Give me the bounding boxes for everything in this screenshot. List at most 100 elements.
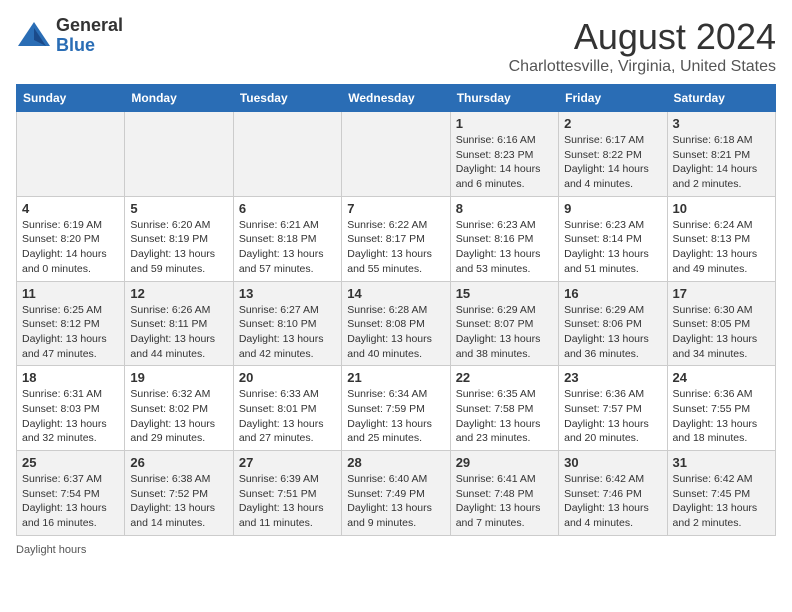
day-info: Sunrise: 6:17 AMSunset: 8:22 PMDaylight:… xyxy=(564,133,661,192)
calendar-cell: 14Sunrise: 6:28 AMSunset: 8:08 PMDayligh… xyxy=(342,281,450,366)
calendar-cell: 11Sunrise: 6:25 AMSunset: 8:12 PMDayligh… xyxy=(17,281,125,366)
day-info: Sunrise: 6:32 AMSunset: 8:02 PMDaylight:… xyxy=(130,387,227,446)
calendar-cell: 31Sunrise: 6:42 AMSunset: 7:45 PMDayligh… xyxy=(667,451,775,536)
calendar-cell: 1Sunrise: 6:16 AMSunset: 8:23 PMDaylight… xyxy=(450,112,558,197)
header-day-friday: Friday xyxy=(559,85,667,112)
calendar-cell: 19 Sunrise: 6:32 AMSunset: 8:02 PMDayligh… xyxy=(125,366,233,451)
calendar-cell: 20Sunrise: 6:33 AMSunset: 8:01 PMDayligh… xyxy=(233,366,341,451)
day-number: 24 xyxy=(673,370,770,385)
calendar-cell: 29Sunrise: 6:41 AMSunset: 7:48 PMDayligh… xyxy=(450,451,558,536)
day-info: Sunrise: 6:40 AMSunset: 7:49 PMDaylight:… xyxy=(347,472,444,531)
header-day-tuesday: Tuesday xyxy=(233,85,341,112)
day-number: 10 xyxy=(673,201,770,216)
calendar-cell: 21 Sunrise: 6:34 AMSunset: 7:59 PMDayligh… xyxy=(342,366,450,451)
day-info: Sunrise: 6:38 AMSunset: 7:52 PMDaylight:… xyxy=(130,472,227,531)
day-number: 1 xyxy=(456,116,553,131)
calendar-cell: 6Sunrise: 6:21 AMSunset: 8:18 PMDaylight… xyxy=(233,196,341,281)
calendar-cell: 17 Sunrise: 6:30 AMSunset: 8:05 PMDayligh… xyxy=(667,281,775,366)
day-number: 28 xyxy=(347,455,444,470)
day-number: 13 xyxy=(239,286,336,301)
day-info: Sunrise: 6:22 AMSunset: 8:17 PMDaylight:… xyxy=(347,218,444,277)
calendar-cell: 4 Sunrise: 6:19 AMSunset: 8:20 PMDaylight… xyxy=(17,196,125,281)
calendar-cell: 25Sunrise: 6:37 AMSunset: 7:54 PMDayligh… xyxy=(17,451,125,536)
calendar-header: SundayMondayTuesdayWednesdayThursdayFrid… xyxy=(17,85,776,112)
page-title: August 2024 xyxy=(509,16,776,58)
calendar-cell: 28 Sunrise: 6:40 AMSunset: 7:49 PMDayligh… xyxy=(342,451,450,536)
day-info: Sunrise: 6:36 AMSunset: 7:55 PMDaylight:… xyxy=(673,387,770,446)
day-info: Sunrise: 6:26 AMSunset: 8:11 PMDaylight:… xyxy=(130,303,227,362)
day-number: 20 xyxy=(239,370,336,385)
day-number: 6 xyxy=(239,201,336,216)
calendar-week-4: 18 Sunrise: 6:31 AMSunset: 8:03 PMDayligh… xyxy=(17,366,776,451)
calendar-week-1: 1Sunrise: 6:16 AMSunset: 8:23 PMDaylight… xyxy=(17,112,776,197)
calendar-cell: 8Sunrise: 6:23 AMSunset: 8:16 PMDaylight… xyxy=(450,196,558,281)
day-number: 5 xyxy=(130,201,227,216)
calendar-cell: 5 Sunrise: 6:20 AMSunset: 8:19 PMDaylight… xyxy=(125,196,233,281)
day-info: Sunrise: 6:20 AMSunset: 8:19 PMDaylight:… xyxy=(130,218,227,277)
calendar-cell: 22Sunrise: 6:35 AMSunset: 7:58 PMDayligh… xyxy=(450,366,558,451)
logo-blue-text: Blue xyxy=(56,36,123,56)
logo-general-text: General xyxy=(56,16,123,36)
logo: General Blue xyxy=(16,16,123,56)
day-number: 9 xyxy=(564,201,661,216)
calendar-cell: 9Sunrise: 6:23 AMSunset: 8:14 PMDaylight… xyxy=(559,196,667,281)
day-number: 15 xyxy=(456,286,553,301)
day-number: 30 xyxy=(564,455,661,470)
day-number: 17 xyxy=(673,286,770,301)
day-number: 11 xyxy=(22,286,119,301)
calendar-week-5: 25Sunrise: 6:37 AMSunset: 7:54 PMDayligh… xyxy=(17,451,776,536)
day-number: 8 xyxy=(456,201,553,216)
calendar-cell: 26Sunrise: 6:38 AMSunset: 7:52 PMDayligh… xyxy=(125,451,233,536)
calendar-cell xyxy=(233,112,341,197)
header-day-thursday: Thursday xyxy=(450,85,558,112)
day-info: Sunrise: 6:29 AMSunset: 8:06 PMDaylight:… xyxy=(564,303,661,362)
calendar-cell xyxy=(17,112,125,197)
calendar-cell: 12 Sunrise: 6:26 AMSunset: 8:11 PMDayligh… xyxy=(125,281,233,366)
calendar-week-3: 11Sunrise: 6:25 AMSunset: 8:12 PMDayligh… xyxy=(17,281,776,366)
calendar-body: 1Sunrise: 6:16 AMSunset: 8:23 PMDaylight… xyxy=(17,112,776,536)
calendar-table: SundayMondayTuesdayWednesdayThursdayFrid… xyxy=(16,84,776,536)
day-number: 16 xyxy=(564,286,661,301)
header: General Blue August 2024 Charlottesville… xyxy=(16,16,776,76)
calendar-cell: 2 Sunrise: 6:17 AMSunset: 8:22 PMDaylight… xyxy=(559,112,667,197)
day-number: 18 xyxy=(22,370,119,385)
day-number: 22 xyxy=(456,370,553,385)
header-day-sunday: Sunday xyxy=(17,85,125,112)
day-info: Sunrise: 6:28 AMSunset: 8:08 PMDaylight:… xyxy=(347,303,444,362)
header-day-saturday: Saturday xyxy=(667,85,775,112)
day-info: Sunrise: 6:31 AMSunset: 8:03 PMDaylight:… xyxy=(22,387,119,446)
day-number: 23 xyxy=(564,370,661,385)
calendar-cell: 30Sunrise: 6:42 AMSunset: 7:46 PMDayligh… xyxy=(559,451,667,536)
day-info: Sunrise: 6:37 AMSunset: 7:54 PMDaylight:… xyxy=(22,472,119,531)
day-number: 4 xyxy=(22,201,119,216)
day-number: 7 xyxy=(347,201,444,216)
logo-icon xyxy=(16,18,52,54)
day-number: 2 xyxy=(564,116,661,131)
day-info: Sunrise: 6:19 AMSunset: 8:20 PMDaylight:… xyxy=(22,218,119,277)
calendar-week-2: 4 Sunrise: 6:19 AMSunset: 8:20 PMDaylight… xyxy=(17,196,776,281)
calendar-cell: 23 Sunrise: 6:36 AMSunset: 7:57 PMDayligh… xyxy=(559,366,667,451)
day-number: 12 xyxy=(130,286,227,301)
day-info: Sunrise: 6:36 AMSunset: 7:57 PMDaylight:… xyxy=(564,387,661,446)
day-info: Sunrise: 6:30 AMSunset: 8:05 PMDaylight:… xyxy=(673,303,770,362)
day-info: Sunrise: 6:29 AMSunset: 8:07 PMDaylight:… xyxy=(456,303,553,362)
calendar-cell: 27Sunrise: 6:39 AMSunset: 7:51 PMDayligh… xyxy=(233,451,341,536)
calendar-cell: 7 Sunrise: 6:22 AMSunset: 8:17 PMDaylight… xyxy=(342,196,450,281)
day-number: 3 xyxy=(673,116,770,131)
day-number: 21 xyxy=(347,370,444,385)
calendar-cell: 15 Sunrise: 6:29 AMSunset: 8:07 PMDayligh… xyxy=(450,281,558,366)
day-info: Sunrise: 6:18 AMSunset: 8:21 PMDaylight:… xyxy=(673,133,770,192)
day-number: 19 xyxy=(130,370,227,385)
calendar-cell: 13 Sunrise: 6:27 AMSunset: 8:10 PMDayligh… xyxy=(233,281,341,366)
calendar-cell xyxy=(125,112,233,197)
day-info: Sunrise: 6:39 AMSunset: 7:51 PMDaylight:… xyxy=(239,472,336,531)
day-number: 31 xyxy=(673,455,770,470)
day-info: Sunrise: 6:27 AMSunset: 8:10 PMDaylight:… xyxy=(239,303,336,362)
calendar-cell: 3 Sunrise: 6:18 AMSunset: 8:21 PMDaylight… xyxy=(667,112,775,197)
day-info: Sunrise: 6:34 AMSunset: 7:59 PMDaylight:… xyxy=(347,387,444,446)
day-number: 29 xyxy=(456,455,553,470)
logo-text: General Blue xyxy=(56,16,123,56)
calendar-cell: 24 Sunrise: 6:36 AMSunset: 7:55 PMDayligh… xyxy=(667,366,775,451)
calendar-cell: 16 Sunrise: 6:29 AMSunset: 8:06 PMDayligh… xyxy=(559,281,667,366)
header-day-wednesday: Wednesday xyxy=(342,85,450,112)
